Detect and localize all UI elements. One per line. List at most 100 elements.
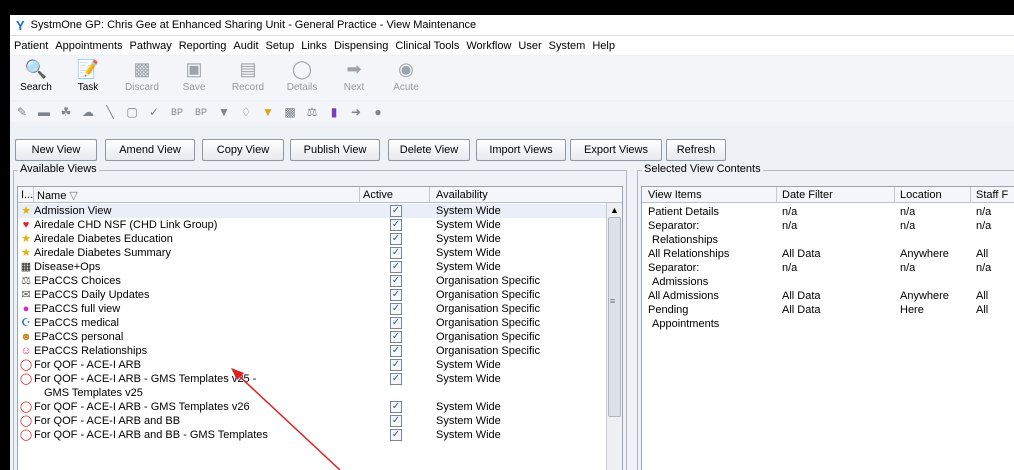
active-checkbox[interactable]: ✓ — [390, 219, 402, 231]
active-checkbox[interactable]: ✓ — [390, 415, 402, 427]
leaf-icon[interactable]: ☘ — [58, 104, 74, 120]
bp-icon[interactable]: BP — [190, 104, 212, 120]
column-header-active[interactable]: Active — [363, 189, 393, 201]
active-checkbox[interactable]: ✓ — [390, 331, 402, 343]
menu-setup[interactable]: Setup — [266, 40, 295, 52]
save-button[interactable]: ▣ Save — [172, 56, 216, 96]
content-row[interactable]: Separator: Admissions n/a n/a n/a — [646, 261, 1014, 289]
menu-help[interactable]: Help — [592, 40, 615, 52]
active-checkbox[interactable]: ✓ — [390, 261, 402, 273]
active-checkbox[interactable]: ✓ — [390, 429, 402, 441]
scroll-up-icon[interactable]: ▲ — [607, 203, 622, 217]
menu-audit[interactable]: Audit — [233, 40, 258, 52]
task-button[interactable]: 📝 Task — [66, 56, 110, 96]
active-checkbox[interactable]: ✓ — [390, 233, 402, 245]
details-button[interactable]: ◯ Details — [280, 56, 324, 96]
view-row[interactable]: ● EPaCCS full view ✓ Organisation Specific — [18, 302, 610, 316]
cloud-icon[interactable]: ☁ — [80, 104, 96, 120]
menu-clinical-tools[interactable]: Clinical Tools — [395, 40, 459, 52]
refresh-button[interactable]: Refresh — [666, 139, 726, 161]
column-header-icon[interactable]: I... — [21, 189, 33, 201]
active-checkbox[interactable]: ✓ — [390, 401, 402, 413]
view-row[interactable]: ♥ Airedale CHD NSF (CHD Link Group) ✓ Syste… — [18, 218, 610, 232]
discard-button[interactable]: ▩ Discard — [120, 56, 164, 96]
menu-appointments[interactable]: Appointments — [55, 40, 122, 52]
view-row[interactable]: ☻ EPaCCS personal ✓ Organisation Specific — [18, 330, 610, 344]
search-button[interactable]: 🔍 Search — [14, 56, 58, 96]
amend-view-button[interactable]: Amend View — [105, 139, 195, 161]
boot-icon[interactable]: ▼ — [216, 104, 232, 120]
view-row[interactable]: ★ Airedale Diabetes Summary ✓ System Wide — [18, 246, 610, 260]
selected-view-panel: Selected View Contents View Items Date F… — [637, 163, 1014, 470]
menu-pathway[interactable]: Pathway — [130, 40, 172, 52]
content-row[interactable]: All Relationships All Data Anywhere All — [646, 247, 1014, 261]
scale-icon[interactable]: ⚖ — [304, 104, 320, 120]
active-checkbox[interactable]: ✓ — [390, 275, 402, 287]
view-row[interactable]: ★ Admission View ✓ System Wide — [18, 204, 610, 218]
view-availability: System Wide — [436, 205, 501, 217]
export-views-button[interactable]: Export Views — [570, 139, 662, 161]
view-actions-bar: New View Amend View Copy View Publish Vi… — [10, 139, 1014, 163]
acute-button[interactable]: ◉ Acute — [384, 56, 428, 96]
book-icon[interactable]: ▩ — [282, 104, 298, 120]
column-header-availability[interactable]: Availability — [436, 189, 488, 201]
dot-icon[interactable]: ● — [370, 104, 386, 120]
view-row[interactable]: ☪ EPaCCS medical ✓ Organisation Specific — [18, 316, 610, 330]
next-button[interactable]: ➡ Next — [332, 56, 376, 96]
available-views-scrollbar[interactable]: ▲ ≡ — [606, 203, 622, 470]
column-header-name[interactable]: Name ▽ — [37, 189, 78, 202]
active-checkbox[interactable]: ✓ — [390, 247, 402, 259]
import-views-button[interactable]: Import Views — [476, 139, 566, 161]
scrollbar-thumb[interactable] — [608, 217, 621, 417]
content-row[interactable]: Separator: Relationships n/a n/a n/a — [646, 219, 1014, 247]
menu-reporting[interactable]: Reporting — [179, 40, 227, 52]
publish-view-button[interactable]: Publish View — [290, 139, 380, 161]
cup-icon[interactable]: ▢ — [124, 104, 140, 120]
view-row[interactable]: ◯ For QOF - ACE-I ARB - GMS Templates v26… — [18, 400, 610, 414]
view-row[interactable]: ⚖ EPaCCS Choices ✓ Organisation Specific — [18, 274, 610, 288]
date-filter-value: All Data — [782, 290, 821, 302]
active-checkbox[interactable]: ✓ — [390, 289, 402, 301]
column-header-staff-filter[interactable]: Staff F — [976, 189, 1008, 201]
view-row[interactable]: ✉ EPaCCS Daily Updates ✓ Organisation Speci… — [18, 288, 610, 302]
menu-user[interactable]: User — [518, 40, 541, 52]
column-header-location[interactable]: Location — [900, 189, 942, 201]
view-row[interactable]: ◯ For QOF - ACE-I ARB and BB ✓ System Wide — [18, 414, 610, 428]
record-button[interactable]: ▤ Record — [226, 56, 270, 96]
menu-dispensing[interactable]: Dispensing — [334, 40, 388, 52]
menu-patient[interactable]: Patient — [14, 40, 48, 52]
active-checkbox[interactable]: ✓ — [390, 359, 402, 371]
column-header-view-items[interactable]: View Items — [648, 189, 702, 201]
active-checkbox[interactable]: ✓ — [390, 345, 402, 357]
pen-icon[interactable]: ╲ — [102, 104, 118, 120]
view-row[interactable]: ★ Airedale Diabetes Education ✓ System Wide — [18, 232, 610, 246]
menu-system[interactable]: System — [549, 40, 586, 52]
active-checkbox[interactable]: ✓ — [390, 373, 402, 385]
view-row[interactable]: ☺ EPaCCS Relationships ✓ Organisation Speci… — [18, 344, 610, 358]
magnifier-icon: 🔍 — [24, 59, 48, 79]
arrow-right-icon[interactable]: ➜ — [348, 104, 364, 120]
menu-workflow[interactable]: Workflow — [466, 40, 511, 52]
delete-view-button[interactable]: Delete View — [388, 139, 470, 161]
new-view-button[interactable]: New View — [15, 139, 97, 161]
bp-chart-icon[interactable]: BP — [166, 104, 188, 120]
drop-icon[interactable]: ♢ — [238, 104, 254, 120]
view-row[interactable]: ◯ For QOF - ACE-I ARB ✓ System Wide — [18, 358, 610, 372]
column-header-date-filter[interactable]: Date Filter — [782, 189, 833, 201]
folder-icon[interactable]: ▬ — [36, 104, 52, 120]
view-row[interactable]: ▦ Disease+Ops ✓ System Wide — [18, 260, 610, 274]
menu-links[interactable]: Links — [301, 40, 327, 52]
copy-view-button[interactable]: Copy View — [202, 139, 284, 161]
check-icon[interactable]: ✓ — [146, 104, 162, 120]
tool-icon[interactable]: ✎ — [14, 104, 30, 120]
bars-icon[interactable]: ▮ — [326, 104, 342, 120]
content-row[interactable]: Pending Appointments All Data Here All — [646, 303, 1014, 331]
active-checkbox[interactable]: ✓ — [390, 205, 402, 217]
content-row[interactable]: Patient Details n/a n/a n/a — [646, 205, 1014, 219]
view-row[interactable]: ◯ For QOF - ACE-I ARB - GMS Templates v25… — [18, 372, 610, 400]
view-row[interactable]: ◯ For QOF - ACE-I ARB and BB - GMS Templa… — [18, 428, 610, 442]
active-checkbox[interactable]: ✓ — [390, 303, 402, 315]
active-checkbox[interactable]: ✓ — [390, 317, 402, 329]
funnel-icon[interactable]: ▼ — [260, 104, 276, 120]
content-row[interactable]: All Admissions All Data Anywhere All — [646, 289, 1014, 303]
